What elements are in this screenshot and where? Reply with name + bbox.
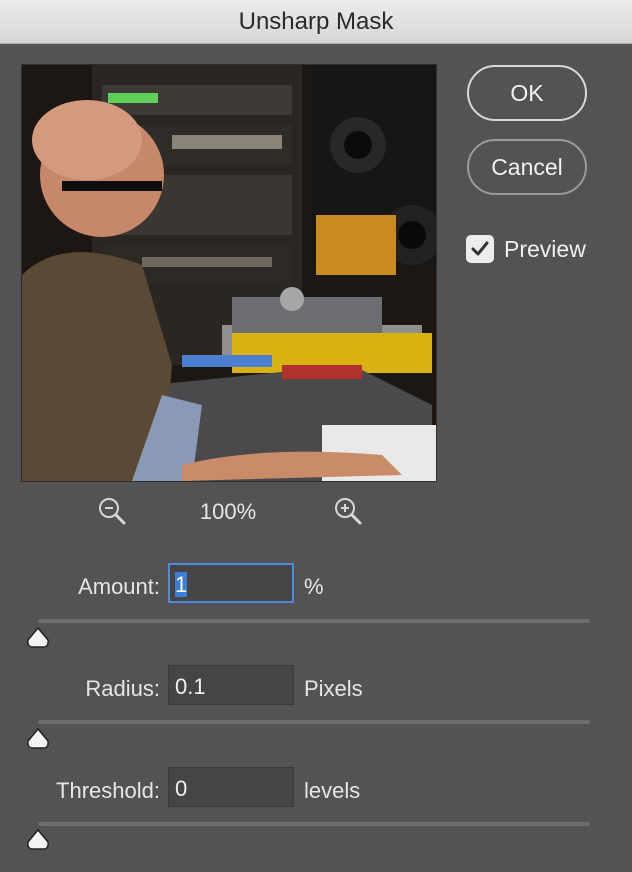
unsharp-mask-dialog: Unsharp Mask OK Cancel Preview 100% Amou… xyxy=(0,0,632,872)
ok-button[interactable]: OK xyxy=(467,65,587,121)
preview-photo xyxy=(22,65,436,481)
zoom-in-icon[interactable] xyxy=(332,495,364,527)
cancel-button[interactable]: Cancel xyxy=(467,139,587,195)
preview-checkbox[interactable] xyxy=(466,235,494,263)
amount-label: Amount: xyxy=(78,574,160,599)
amount-value: 1 xyxy=(175,572,188,597)
threshold-unit: levels xyxy=(304,778,361,803)
zoom-out-icon[interactable] xyxy=(96,495,128,527)
threshold-label: Threshold: xyxy=(56,778,160,803)
threshold-slider-track[interactable] xyxy=(38,822,590,826)
threshold-input[interactable]: 0 xyxy=(168,767,294,807)
amount-slider-track[interactable] xyxy=(38,619,590,623)
amount-unit: % xyxy=(304,574,324,599)
amount-slider-thumb[interactable] xyxy=(26,626,50,649)
dialog-title: Unsharp Mask xyxy=(238,8,394,35)
radius-slider-thumb[interactable] xyxy=(26,727,50,750)
title-bar[interactable]: Unsharp Mask xyxy=(0,0,632,44)
radius-unit: Pixels xyxy=(304,676,363,701)
radius-input[interactable]: 0.1 xyxy=(168,665,294,705)
radius-label: Radius: xyxy=(85,676,160,701)
preview-image[interactable] xyxy=(21,64,437,482)
amount-input[interactable]: 1 xyxy=(168,563,294,603)
checkmark-icon xyxy=(471,241,489,256)
preview-checkbox-label: Preview xyxy=(504,236,586,262)
zoom-level: 100% xyxy=(199,499,257,524)
radius-slider-track[interactable] xyxy=(38,720,590,724)
threshold-slider-thumb[interactable] xyxy=(26,828,50,851)
